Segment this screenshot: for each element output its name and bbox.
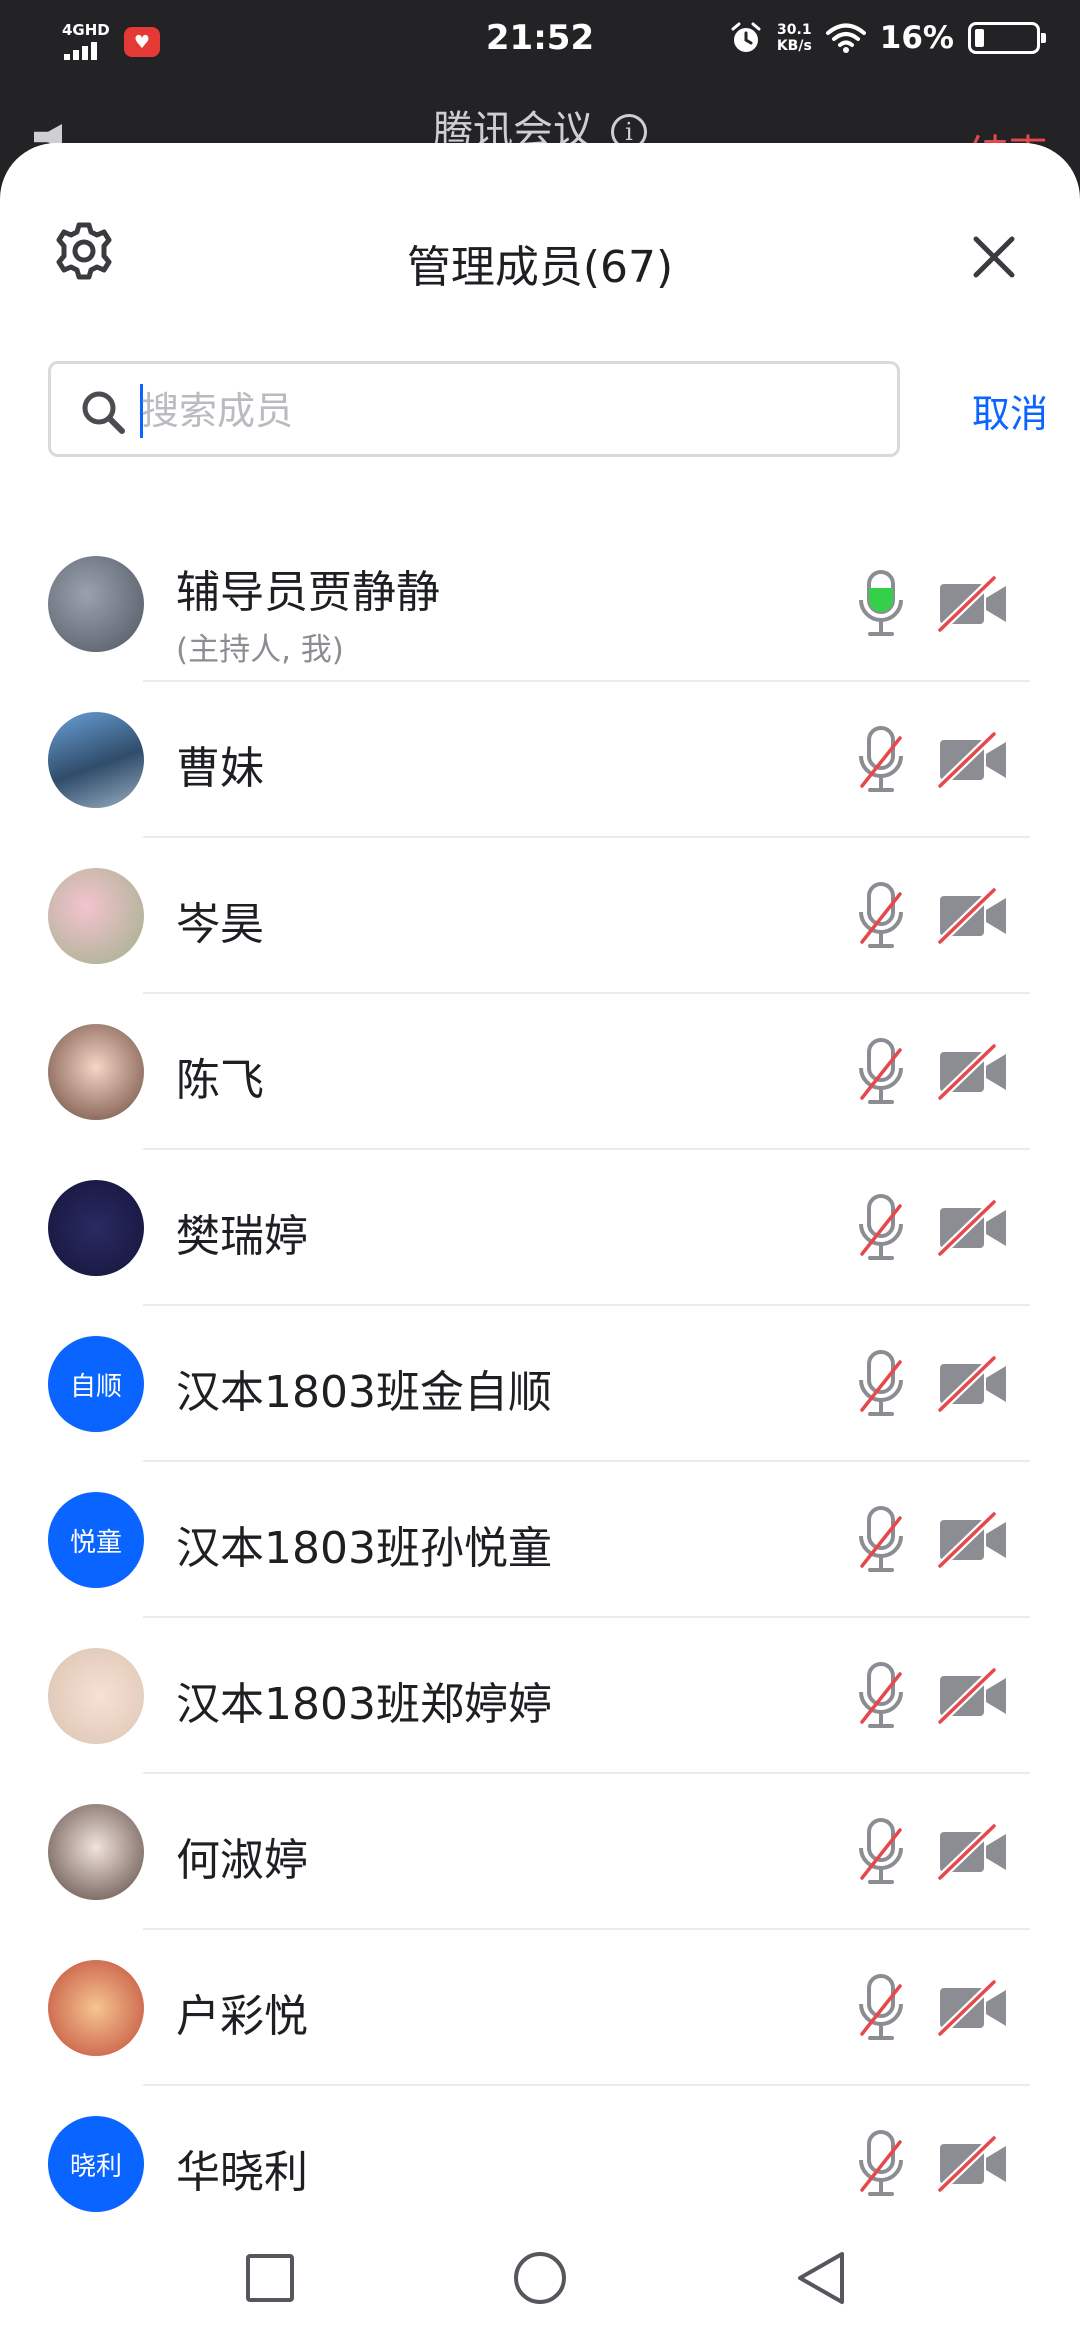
- speed-value: 30.1: [777, 22, 812, 38]
- avatar: 悦童: [48, 1492, 144, 1588]
- member-name: 户彩悦: [176, 1991, 308, 2042]
- camera-off-icon[interactable]: [936, 1198, 1010, 1258]
- member-row[interactable]: 悦童 汉本1803班孙悦童: [0, 1462, 1080, 1618]
- member-name: 汉本1803班金自顺: [176, 1367, 552, 1418]
- avatar: [48, 712, 144, 808]
- camera-off-icon[interactable]: [936, 730, 1010, 790]
- recents-button[interactable]: [242, 2250, 298, 2306]
- camera-off-icon[interactable]: [936, 1666, 1010, 1726]
- sheet-title: 管理成员(67): [406, 242, 674, 293]
- microphone-icon[interactable]: [856, 568, 906, 640]
- camera-off-icon[interactable]: [936, 574, 1010, 634]
- member-list: 辅导员贾静静 (主持人, 我) 曹妹 岑昊 陈飞 樊瑞婷 自顺 汉本1803班金自顺 悦童 汉本1…: [0, 526, 1080, 2242]
- close-icon[interactable]: [970, 233, 1018, 281]
- member-name: 何淑婷: [176, 1835, 308, 1886]
- battery-icon: [968, 22, 1046, 54]
- sheet-header: 管理成员(67): [0, 143, 1080, 373]
- microphone-muted-icon[interactable]: [856, 2128, 906, 2200]
- cancel-button[interactable]: 取消: [972, 383, 1048, 438]
- microphone-muted-icon[interactable]: [856, 1660, 906, 1732]
- member-row[interactable]: 辅导员贾静静 (主持人, 我): [0, 526, 1080, 682]
- microphone-muted-icon[interactable]: [856, 1036, 906, 1108]
- microphone-muted-icon[interactable]: [856, 1348, 906, 1420]
- camera-off-icon[interactable]: [936, 1354, 1010, 1414]
- search-input[interactable]: [141, 382, 881, 440]
- avatar: [48, 1804, 144, 1900]
- microphone-muted-icon[interactable]: [856, 1816, 906, 1888]
- camera-off-icon[interactable]: [936, 886, 1010, 946]
- member-row[interactable]: 岑昊: [0, 838, 1080, 994]
- camera-off-icon[interactable]: [936, 1822, 1010, 1882]
- microphone-muted-icon[interactable]: [856, 880, 906, 952]
- microphone-muted-icon[interactable]: [856, 1192, 906, 1264]
- status-bar: 4GHD ♥ 21:52 30.1 KB/s 16%: [0, 0, 1080, 84]
- member-row[interactable]: 樊瑞婷: [0, 1150, 1080, 1306]
- member-name: 曹妹: [176, 743, 264, 794]
- member-row[interactable]: 晓利 华晓利: [0, 2086, 1080, 2242]
- status-right: 30.1 KB/s 16%: [729, 20, 1046, 56]
- speed-unit: KB/s: [776, 38, 812, 54]
- member-row[interactable]: 何淑婷: [0, 1774, 1080, 1930]
- system-nav-bar: [0, 2220, 1080, 2340]
- wifi-icon: [825, 23, 866, 53]
- manage-members-sheet: 管理成员(67) 取消 辅导员贾静静(主持人, 我)曹妹岑昊陈飞樊瑞婷自顺汉本1…: [0, 143, 1080, 2340]
- microphone-muted-icon[interactable]: [856, 1504, 906, 1576]
- microphone-muted-icon[interactable]: [856, 1972, 906, 2044]
- member-name: 汉本1803班孙悦童: [176, 1523, 552, 1574]
- member-role: (主持人, 我): [176, 632, 344, 668]
- avatar: 晓利: [48, 2116, 144, 2212]
- camera-off-icon[interactable]: [936, 1978, 1010, 2038]
- avatar: [48, 1024, 144, 1120]
- home-button[interactable]: [512, 2250, 568, 2306]
- member-row[interactable]: 陈飞: [0, 994, 1080, 1150]
- member-name: 樊瑞婷: [176, 1211, 308, 1262]
- camera-off-icon[interactable]: [936, 1042, 1010, 1102]
- avatar: [48, 556, 144, 652]
- member-name: 辅导员贾静静: [176, 567, 440, 618]
- alarm-icon: [731, 22, 761, 52]
- camera-off-icon[interactable]: [936, 2134, 1010, 2194]
- member-row[interactable]: 汉本1803班郑婷婷: [0, 1618, 1080, 1774]
- avatar: [48, 868, 144, 964]
- member-row[interactable]: 自顺 汉本1803班金自顺: [0, 1306, 1080, 1462]
- member-name: 岑昊: [176, 899, 264, 950]
- member-row[interactable]: 曹妹: [0, 682, 1080, 838]
- member-name: 汉本1803班郑婷婷: [176, 1679, 552, 1730]
- member-row[interactable]: 户彩悦: [0, 1930, 1080, 2086]
- microphone-muted-icon[interactable]: [856, 724, 906, 796]
- search-box[interactable]: [48, 361, 900, 457]
- avatar: [48, 1648, 144, 1744]
- avatar: [48, 1180, 144, 1276]
- battery-percent: 16%: [879, 20, 954, 56]
- network-speed: 30.1 KB/s: [777, 22, 812, 54]
- member-name: 陈飞: [176, 1055, 264, 1106]
- avatar: 自顺: [48, 1336, 144, 1432]
- back-button[interactable]: [794, 2250, 850, 2306]
- avatar: [48, 1960, 144, 2056]
- member-name: 华晓利: [176, 2147, 308, 2198]
- camera-off-icon[interactable]: [936, 1510, 1010, 1570]
- search-icon: [82, 391, 125, 434]
